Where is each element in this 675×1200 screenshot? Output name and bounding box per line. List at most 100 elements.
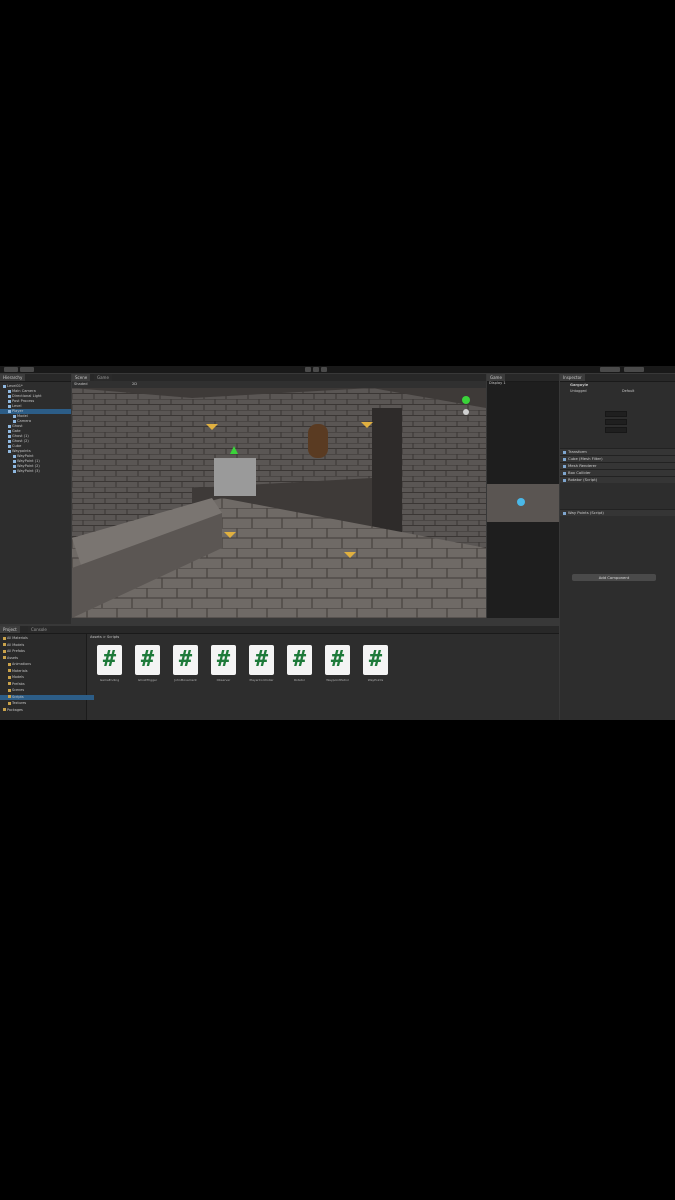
gameobject-icon — [8, 389, 11, 393]
gameobject-icon — [8, 434, 11, 438]
folder-item[interactable]: All Prefabs — [0, 649, 89, 654]
tab-console[interactable]: Console — [28, 626, 50, 633]
layer-dropdown[interactable]: Default — [622, 389, 634, 394]
hierarchy-header: Hierarchy — [0, 374, 71, 382]
script-asset[interactable]: # WaypointPatrol — [325, 645, 353, 682]
folder-item[interactable]: Materials — [0, 669, 94, 674]
rotation-field[interactable] — [605, 419, 627, 425]
gameobject-icon — [13, 414, 16, 418]
scale-field[interactable] — [605, 427, 627, 433]
component-header[interactable]: Cube (Mesh Filter) — [560, 455, 675, 462]
script-asset[interactable]: # Observer — [211, 645, 239, 682]
cloud-button[interactable] — [20, 367, 34, 372]
game-panel: Game Display 1 — [487, 374, 559, 618]
component-label: Cube (Mesh Filter) — [568, 456, 603, 461]
gameobject-icon — [3, 384, 6, 388]
layers-dropdown[interactable] — [600, 367, 620, 372]
component-toggle-icon[interactable] — [563, 511, 566, 515]
component-header[interactable]: Transform — [560, 448, 675, 455]
script-asset[interactable]: # GhostTrigger — [135, 645, 163, 682]
play-icon[interactable] — [305, 367, 311, 372]
tab-game-view[interactable]: Game — [487, 374, 505, 381]
gameobject-icon — [8, 429, 11, 433]
csharp-script-icon: # — [211, 645, 236, 675]
component-toggle-icon[interactable] — [563, 478, 566, 482]
folder-label: Assets — [7, 655, 19, 660]
gameobject-icon — [8, 424, 11, 428]
display-dropdown[interactable]: Display 1 — [489, 381, 506, 386]
breadcrumb[interactable]: Assets > Scripts — [90, 635, 119, 640]
gameobject-icon — [8, 409, 11, 413]
folder-icon — [8, 675, 11, 679]
hierarchy-item-label: Post Process — [12, 399, 35, 403]
component-toggle-icon[interactable] — [563, 471, 566, 475]
tab-scene[interactable]: Scene — [72, 374, 91, 381]
folder-label: Scenes — [12, 688, 25, 692]
tab-inspector[interactable]: Inspector — [560, 374, 585, 381]
component-header[interactable]: Way Points (Script) — [560, 509, 675, 516]
folder-label: Animations — [12, 662, 32, 666]
add-component-button[interactable]: Add Component — [572, 574, 656, 581]
folder-item[interactable]: Scripts — [0, 694, 94, 700]
component-header[interactable]: Box Collider — [560, 469, 675, 476]
script-asset-label: Rotator — [293, 678, 306, 682]
folder-item[interactable]: Packages — [0, 708, 89, 713]
component-toggle-icon[interactable] — [563, 464, 566, 468]
hierarchy-item-label: Cube — [12, 444, 22, 448]
folder-item[interactable]: Scenes — [0, 688, 94, 693]
step-icon[interactable] — [321, 367, 327, 372]
object-name[interactable]: Gargoyle — [570, 383, 588, 388]
folder-icon — [8, 701, 11, 705]
gameobject-icon — [8, 399, 11, 403]
component-toggle-icon[interactable] — [563, 457, 566, 461]
folder-item[interactable]: Animations — [0, 662, 94, 667]
folder-icon — [8, 662, 11, 666]
folder-item[interactable]: All Models — [0, 643, 89, 648]
folder-item[interactable]: All Materials — [0, 636, 89, 641]
hierarchy-item[interactable]: WayPoint (3) — [0, 469, 71, 474]
component-header[interactable]: Mesh Renderer — [560, 462, 675, 469]
2d-toggle[interactable]: 2D — [132, 382, 137, 387]
pause-icon[interactable] — [313, 367, 319, 372]
hierarchy-item-label: Camera — [17, 419, 32, 423]
script-asset[interactable]: # WayPoints — [363, 645, 391, 682]
csharp-script-icon: # — [135, 645, 160, 675]
component-label: Way Points (Script) — [568, 510, 604, 515]
hierarchy-item-label: Ghost (2) — [12, 439, 29, 443]
project-header: Project Console — [0, 626, 559, 634]
scene-viewport[interactable] — [72, 388, 486, 618]
shading-dropdown[interactable]: Shaded — [74, 382, 88, 387]
layout-dropdown[interactable] — [624, 367, 644, 372]
folder-icon — [8, 669, 11, 672]
script-asset-label: JohnMovement — [174, 678, 197, 682]
component-toggle-icon[interactable] — [563, 450, 566, 454]
game-render — [487, 484, 559, 522]
component-header[interactable]: Rotator (Script) — [560, 476, 675, 483]
tab-project[interactable]: Project — [0, 626, 20, 633]
tag-dropdown[interactable]: Untagged — [570, 389, 587, 394]
script-asset-label: GameEnding — [99, 678, 120, 682]
script-asset[interactable]: # PlayerController — [249, 645, 277, 682]
folder-item[interactable]: Textures — [0, 701, 94, 706]
folder-item[interactable]: Assets — [0, 656, 89, 661]
script-asset[interactable]: # JohnMovement — [173, 645, 201, 682]
folder-item[interactable]: Models — [0, 675, 94, 680]
folder-label: Scripts — [12, 694, 24, 699]
csharp-script-icon: # — [325, 645, 350, 675]
script-asset[interactable]: # GameEnding — [97, 645, 125, 682]
folder-item[interactable]: Prefabs — [0, 682, 94, 687]
script-asset[interactable]: # Rotator — [287, 645, 315, 682]
hierarchy-item-label: Waypoints — [12, 449, 31, 453]
inspector-panel: Inspector Gargoyle Untagged Default — [560, 374, 675, 720]
component-label: Rotator (Script) — [568, 477, 598, 482]
folder-label: Materials — [12, 668, 28, 673]
tab-game[interactable]: Game — [94, 374, 112, 381]
account-button[interactable] — [4, 367, 18, 372]
hierarchy-item-label: Model — [17, 414, 28, 418]
script-asset-label: WayPoints — [367, 678, 384, 682]
position-field[interactable] — [605, 411, 627, 417]
hierarchy-item-label: Ghost (1) — [12, 434, 29, 438]
component-label: Transform — [568, 449, 587, 454]
scene-toolbar: Shaded 2D — [72, 381, 486, 388]
tab-hierarchy[interactable]: Hierarchy — [0, 374, 26, 381]
